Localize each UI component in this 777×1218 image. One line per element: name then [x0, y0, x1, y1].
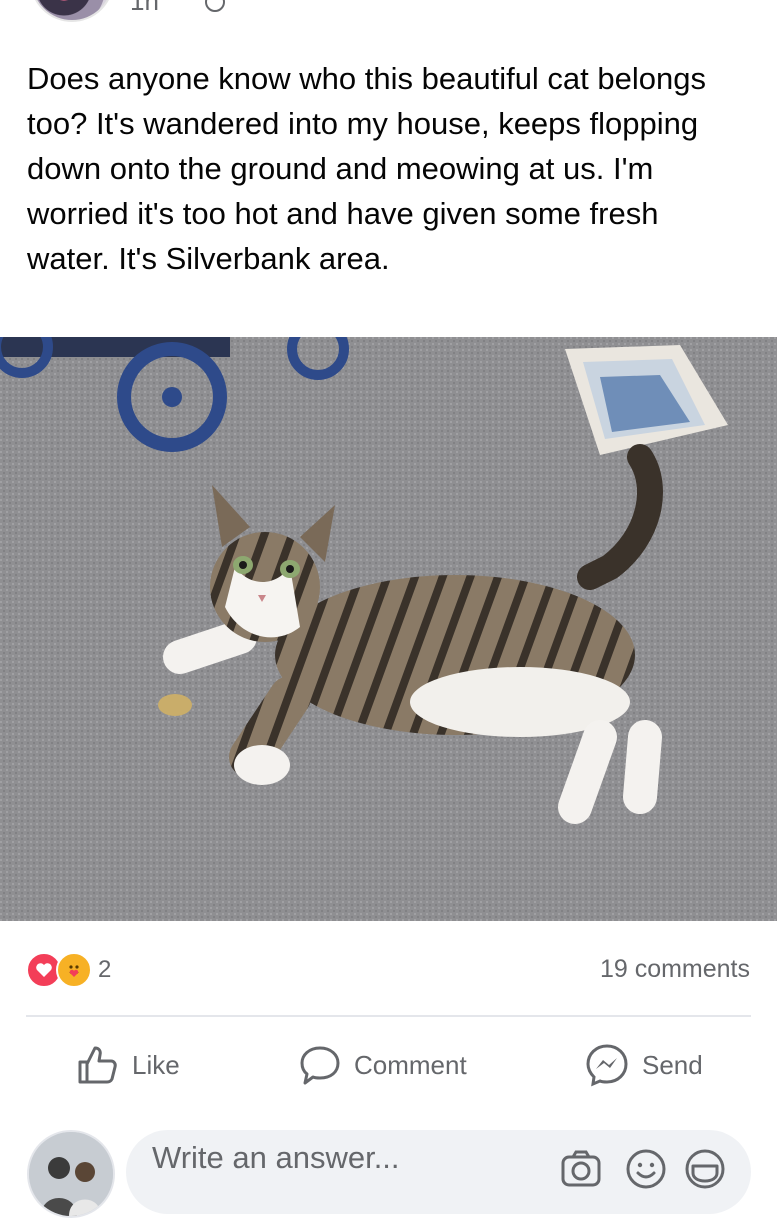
globe-icon	[205, 0, 225, 12]
comment-label: Comment	[354, 1049, 467, 1080]
comment-bubble-icon	[300, 1046, 340, 1085]
user-avatar	[27, 1130, 115, 1218]
like-button[interactable]: Like	[74, 1035, 180, 1095]
emoji-icon[interactable]	[623, 1146, 669, 1192]
cat-photo[interactable]	[0, 337, 777, 921]
reaction-summary[interactable]: 2	[26, 950, 111, 990]
answer-composer	[0, 1128, 777, 1218]
post-time: 1h	[130, 0, 159, 16]
reaction-count: 2	[98, 956, 112, 983]
like-thumb-icon	[78, 1046, 117, 1084]
camera-icon[interactable]	[558, 1146, 604, 1192]
gif-sticker-icon[interactable]	[682, 1146, 728, 1192]
action-bar: Like Comment Send	[0, 1035, 777, 1095]
divider	[26, 1015, 751, 1017]
like-label: Like	[132, 1049, 180, 1080]
comment-count[interactable]: 19 comments	[600, 955, 750, 984]
send-label: Send	[642, 1049, 703, 1080]
answer-input[interactable]	[152, 1130, 542, 1214]
send-button[interactable]: Send	[584, 1035, 703, 1095]
post-text: Does anyone know who this beautiful cat …	[27, 61, 715, 276]
answer-field-wrapper	[126, 1130, 751, 1214]
messenger-icon	[586, 1044, 628, 1087]
coin	[158, 694, 192, 716]
post-header: 1h	[0, 0, 777, 30]
care-reaction-icon	[56, 952, 92, 988]
comment-button[interactable]: Comment	[298, 1035, 467, 1095]
poster-avatar[interactable]	[30, 0, 114, 22]
